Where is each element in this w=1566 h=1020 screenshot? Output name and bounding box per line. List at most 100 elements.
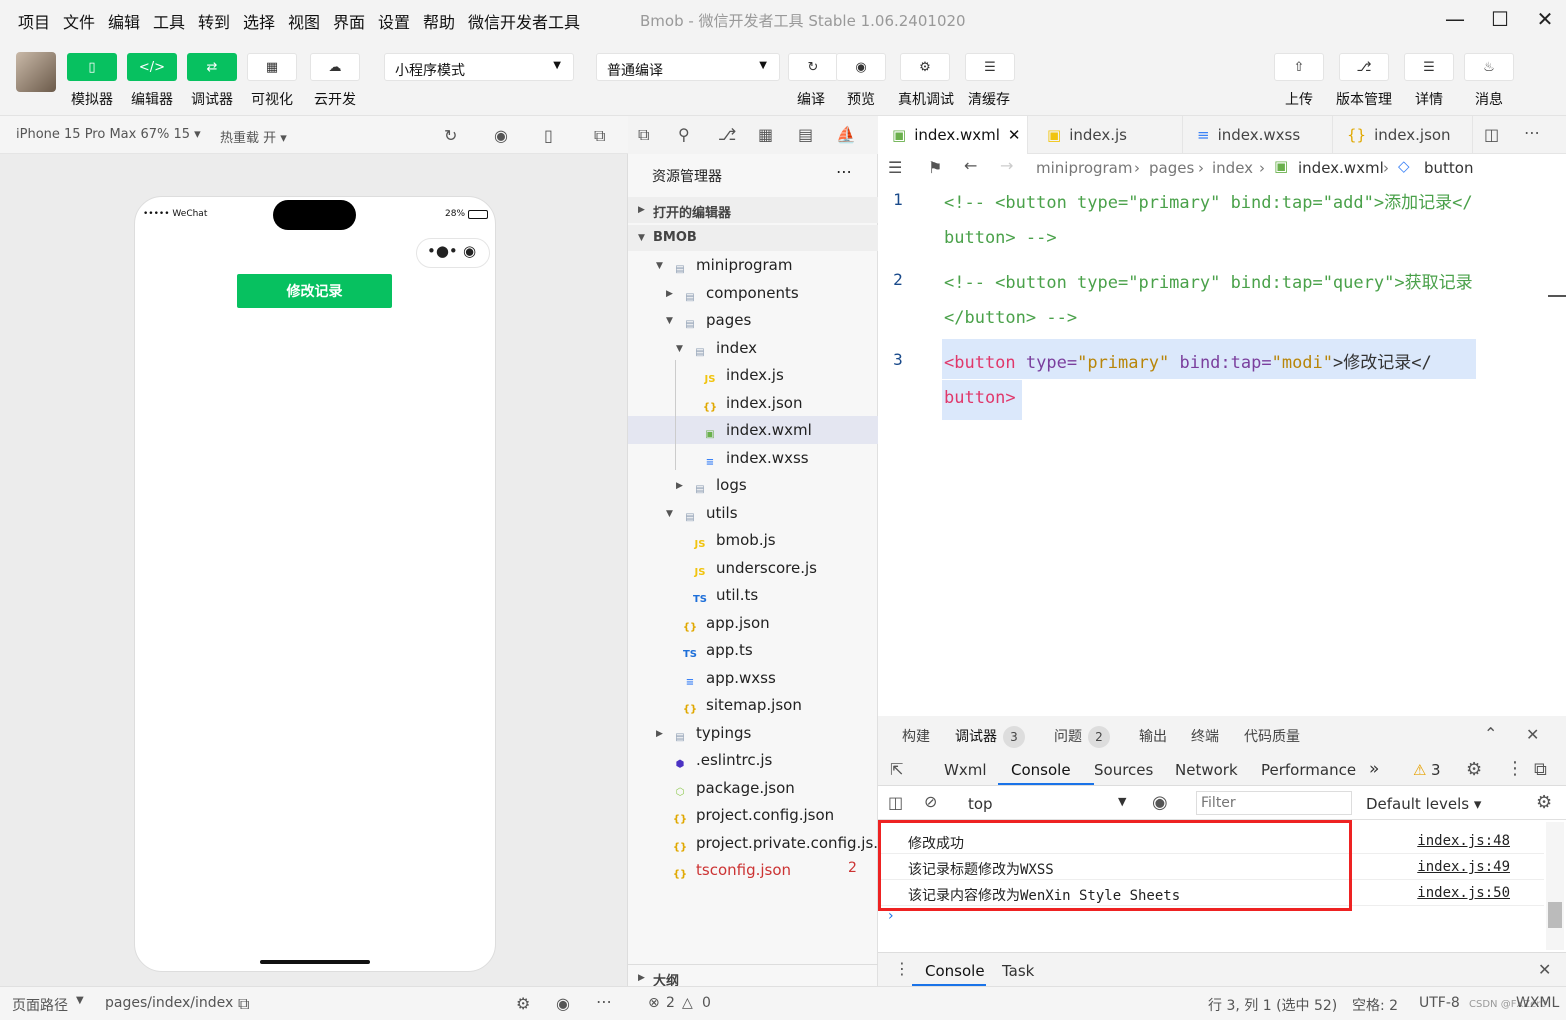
- docker-icon[interactable]: ⛵: [836, 125, 856, 144]
- menu-view[interactable]: 视图: [288, 9, 320, 33]
- drawer-tab-console[interactable]: Console: [925, 962, 985, 980]
- gear-icon[interactable]: ⚙: [1536, 792, 1552, 813]
- tree-item[interactable]: ▤ miniprogram: [672, 252, 792, 279]
- preview-icon[interactable]: ◉: [836, 53, 886, 81]
- menu-settings[interactable]: 设置: [378, 9, 410, 33]
- tree-item[interactable]: ⬡ package.json: [672, 775, 795, 802]
- breadcrumb-item[interactable]: index: [1212, 159, 1253, 177]
- sidebar-toggle-icon[interactable]: ◫: [888, 793, 903, 812]
- hot-reload-toggle[interactable]: 热重载 开 ▾: [220, 127, 287, 146]
- menu-goto[interactable]: 转到: [198, 9, 230, 33]
- tree-item[interactable]: JS index.js: [702, 362, 784, 389]
- menu-project[interactable]: 项目: [18, 9, 50, 33]
- chevron-right-icon[interactable]: ▶: [666, 289, 673, 299]
- search-icon[interactable]: ⚲: [678, 125, 690, 144]
- log-source-link[interactable]: index.js:49: [1417, 859, 1510, 875]
- tree-item[interactable]: ▤ typings: [672, 720, 751, 747]
- avatar[interactable]: [16, 52, 56, 92]
- inspect-icon[interactable]: ⇱: [890, 760, 903, 779]
- chevron-right-icon[interactable]: ▶: [676, 481, 683, 491]
- kebab-icon[interactable]: ⋮: [894, 959, 910, 978]
- stop-icon[interactable]: ◉: [494, 126, 508, 145]
- console-scrollbar[interactable]: [1546, 822, 1564, 950]
- forward-icon[interactable]: →: [1000, 156, 1013, 175]
- chevron-down-icon[interactable]: ▼: [666, 316, 673, 326]
- tab-code-quality[interactable]: 代码质量: [1244, 726, 1300, 746]
- more-icon[interactable]: •●•: [427, 242, 458, 260]
- tab-sources[interactable]: Sources: [1094, 761, 1153, 779]
- tree-item[interactable]: ▣ index.wxml: [702, 417, 811, 444]
- copy-icon[interactable]: ⧉: [238, 994, 249, 1014]
- tree-item[interactable]: ≡ index.wxss: [702, 445, 809, 472]
- tab-network[interactable]: Network: [1175, 761, 1238, 779]
- tab-output[interactable]: 输出: [1139, 726, 1167, 746]
- chevron-down-icon[interactable]: ▼: [656, 261, 663, 271]
- upload-icon[interactable]: ⇧: [1274, 53, 1324, 81]
- more-icon[interactable]: ⋯: [836, 162, 852, 181]
- compile-select[interactable]: 普通编译 ▼: [596, 53, 780, 81]
- tree-item[interactable]: {} index.json: [702, 390, 803, 417]
- editor-icon[interactable]: </>: [127, 53, 177, 81]
- close-icon[interactable]: ✕: [1530, 6, 1560, 32]
- warning-count[interactable]: 3: [1431, 761, 1441, 779]
- chevron-right-icon[interactable]: ▶: [656, 729, 663, 739]
- extensions-icon[interactable]: ▦: [758, 125, 773, 144]
- close-icon[interactable]: ✕: [1538, 960, 1551, 979]
- list-icon[interactable]: ☰: [888, 158, 902, 177]
- git-icon[interactable]: ⎇: [718, 125, 736, 144]
- tree-item[interactable]: TS app.ts: [682, 637, 753, 664]
- eye-icon[interactable]: ◉: [1152, 792, 1168, 813]
- clear-console-icon[interactable]: ⊘: [924, 792, 937, 811]
- kebab-icon[interactable]: ⋮: [1506, 758, 1524, 779]
- tree-item[interactable]: ⬢ .eslintrc.js: [672, 747, 773, 774]
- rotate-icon[interactable]: ↻: [444, 126, 457, 145]
- tree-item[interactable]: {} app.json: [682, 610, 770, 637]
- files-icon[interactable]: ⧉: [638, 125, 649, 145]
- clear-cache-icon[interactable]: ☰: [965, 53, 1015, 81]
- tree-item[interactable]: ▤ logs: [692, 472, 746, 499]
- tree-item[interactable]: JS bmob.js: [692, 527, 776, 554]
- chevron-down-icon[interactable]: ▼: [676, 344, 683, 354]
- close-tab-icon[interactable]: ✕: [1008, 126, 1021, 144]
- tab-wxml[interactable]: Wxml: [944, 761, 987, 779]
- breadcrumb-item[interactable]: button: [1424, 159, 1473, 177]
- menu-edit[interactable]: 编辑: [108, 9, 140, 33]
- tab-debugger[interactable]: 调试器 3: [955, 726, 1025, 748]
- capsule-menu[interactable]: •●• ◉: [416, 238, 490, 268]
- menu-select[interactable]: 选择: [243, 9, 275, 33]
- tab-index-wxml[interactable]: ▣ index.wxml ✕: [878, 116, 1028, 154]
- details-icon[interactable]: ☰: [1404, 53, 1454, 81]
- tab-build[interactable]: 构建: [902, 726, 930, 746]
- maximize-icon[interactable]: ☐: [1485, 6, 1515, 32]
- log-source-link[interactable]: index.js:50: [1417, 885, 1510, 901]
- menu-help[interactable]: 帮助: [423, 9, 455, 33]
- open-editors-section[interactable]: ▶ 打开的编辑器: [628, 197, 878, 223]
- visual-icon[interactable]: ▦: [247, 53, 297, 81]
- detach-icon[interactable]: ⧉: [594, 126, 605, 146]
- cloud-icon[interactable]: ☁: [310, 53, 360, 81]
- tree-item[interactable]: ▤ utils: [682, 500, 737, 527]
- tree-item[interactable]: JS underscore.js: [692, 555, 817, 582]
- tab-index-json[interactable]: {} index.json: [1333, 116, 1473, 154]
- phone-icon[interactable]: ▯: [544, 126, 553, 145]
- breadcrumb-item[interactable]: index.wxml: [1298, 159, 1384, 177]
- project-section[interactable]: ▼ BMOB: [628, 225, 878, 251]
- error-count[interactable]: 2: [666, 995, 675, 1011]
- gear-icon[interactable]: ⚙: [1466, 759, 1482, 780]
- storage-icon[interactable]: ▤: [798, 125, 813, 144]
- tree-item[interactable]: TS util.ts: [692, 582, 758, 609]
- log-source-link[interactable]: index.js:48: [1417, 833, 1510, 849]
- tab-performance[interactable]: Performance: [1261, 761, 1356, 779]
- messages-icon[interactable]: ♨: [1464, 53, 1514, 81]
- breadcrumb-item[interactable]: miniprogram: [1036, 159, 1132, 177]
- simulator-icon[interactable]: ▯: [67, 53, 117, 81]
- dock-icon[interactable]: ⧉: [1534, 759, 1547, 780]
- prompt-icon[interactable]: ›: [888, 908, 894, 924]
- tree-item[interactable]: ▤ components: [682, 280, 798, 307]
- menu-tools[interactable]: 工具: [153, 9, 185, 33]
- chevron-down-icon[interactable]: ▼: [666, 509, 673, 519]
- tab-index-wxss[interactable]: ≡ index.wxss: [1183, 116, 1333, 154]
- outline-section[interactable]: ▶ 大纲: [628, 964, 878, 989]
- menu-file[interactable]: 文件: [63, 9, 95, 33]
- tree-item[interactable]: ≡ app.wxss: [682, 665, 776, 692]
